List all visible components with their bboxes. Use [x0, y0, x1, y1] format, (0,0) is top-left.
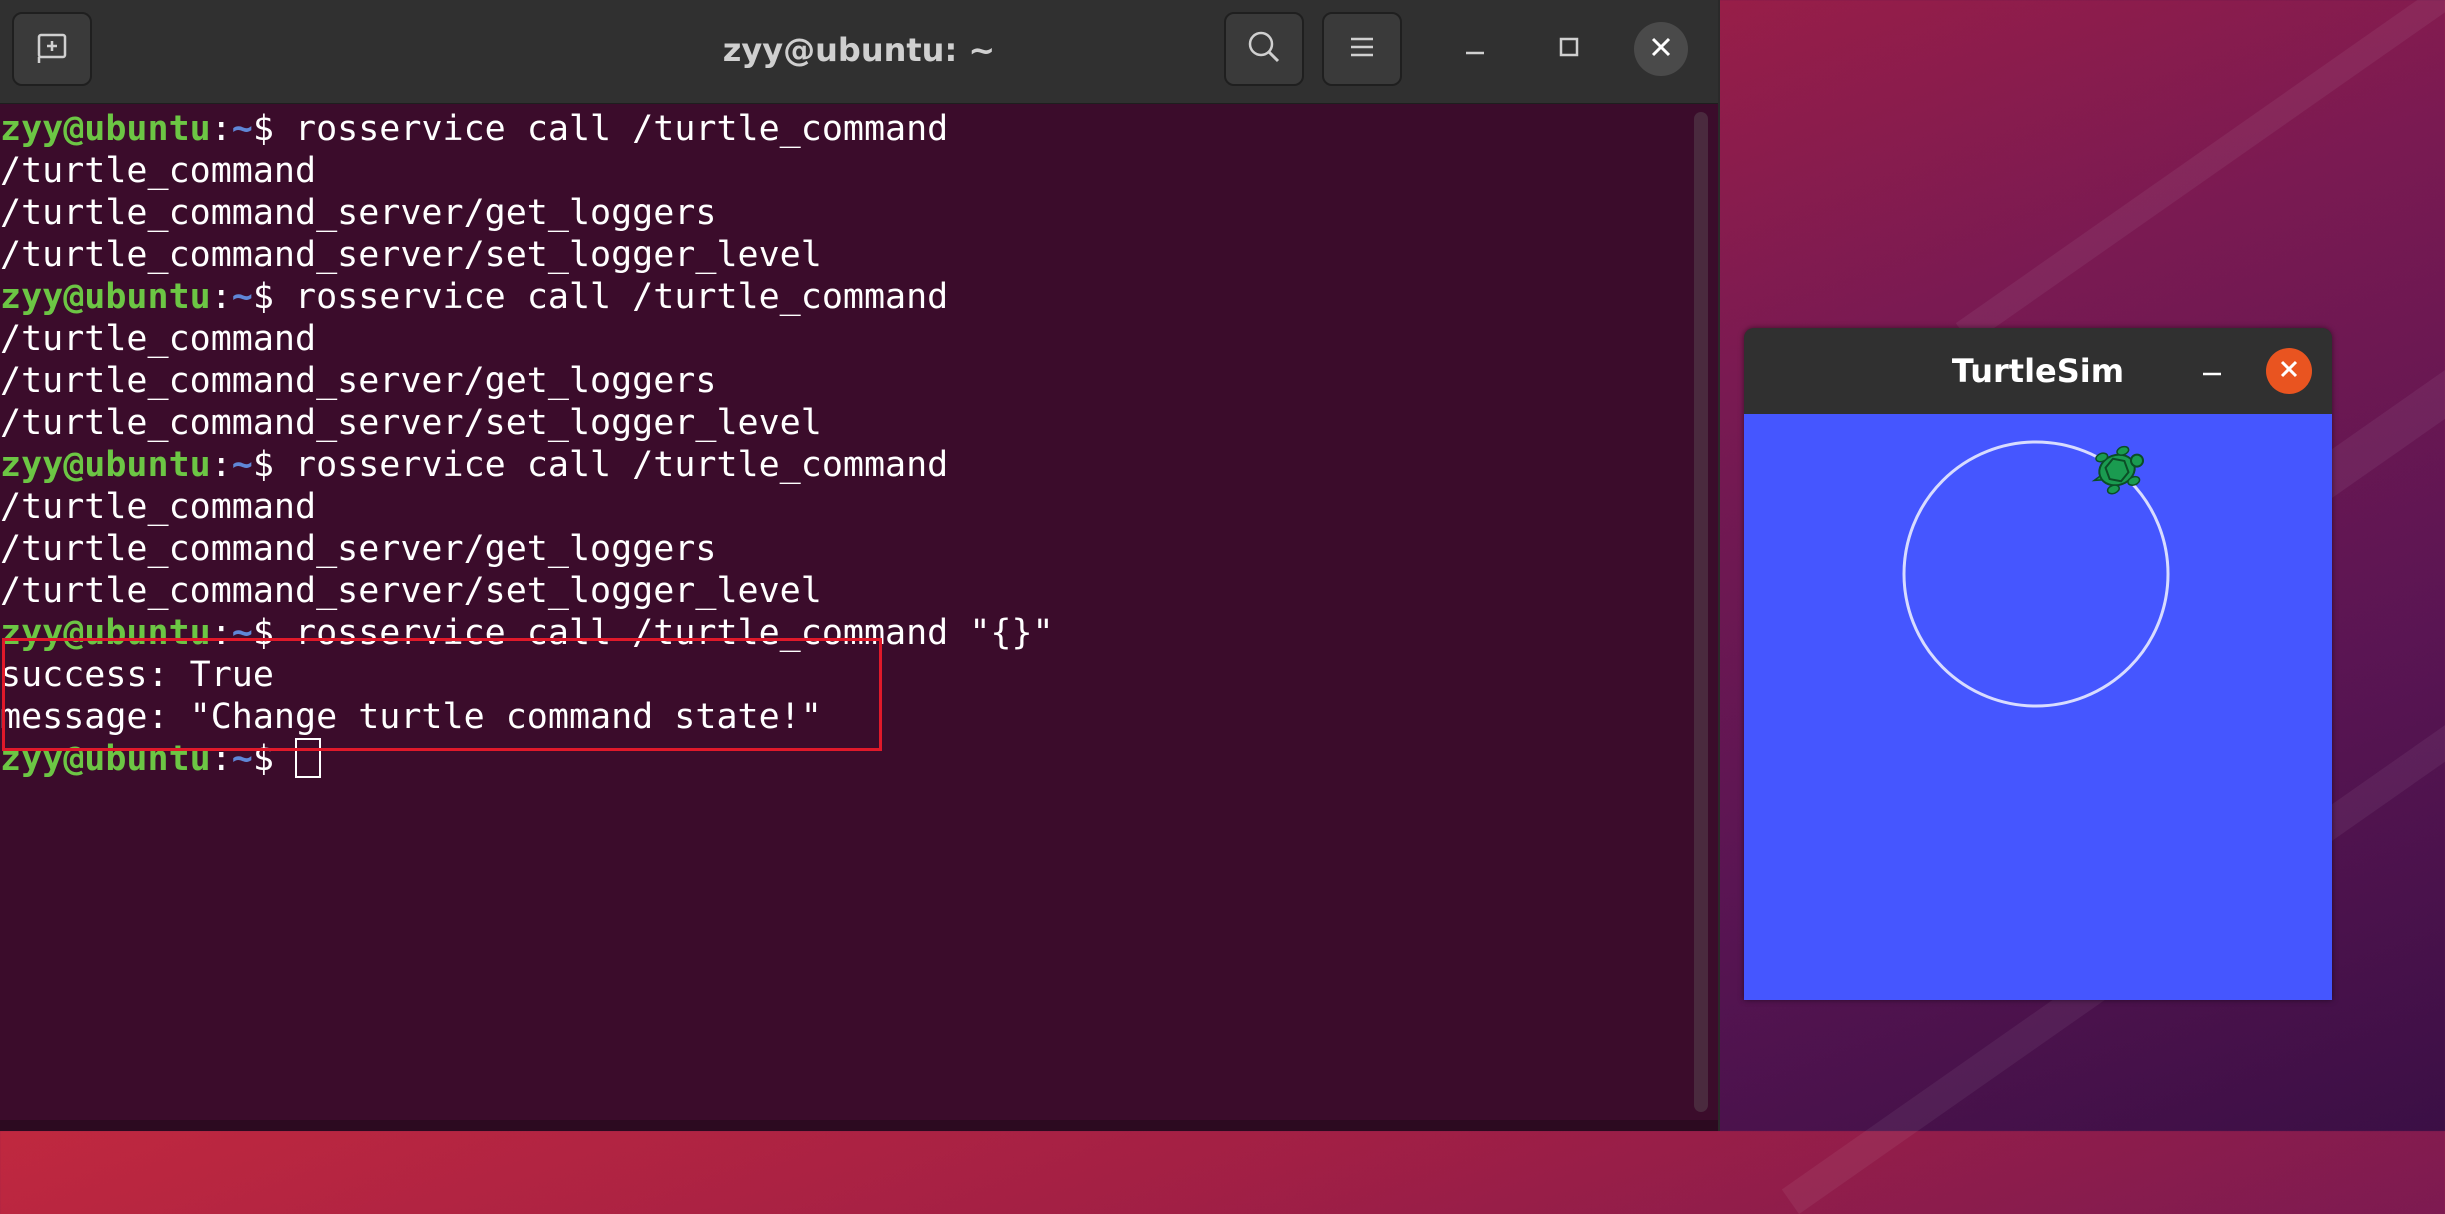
terminal-output-line: /turtle_command_server/set_logger_level: [0, 570, 1690, 612]
minimize-button[interactable]: [1448, 22, 1502, 76]
terminal-output[interactable]: zyy@ubuntu:~$ rosservice call /turtle_co…: [0, 108, 1690, 1123]
output-text: /turtle_command: [0, 151, 317, 191]
output-text: /turtle_command_server/set_logger_level: [0, 571, 822, 611]
output-text: /turtle_command_server/get_loggers: [0, 193, 717, 233]
turtlesim-window[interactable]: TurtleSim: [1744, 328, 2332, 1000]
output-text: /turtle_command_server/set_logger_level: [0, 403, 822, 443]
output-text: /turtle_command_server/get_loggers: [0, 361, 717, 401]
terminal-scrollbar[interactable]: [1694, 112, 1708, 1112]
prompt-command: rosservice call /turtle_command: [273, 277, 949, 317]
output-text: /turtle_command_server/set_logger_level: [0, 235, 822, 275]
output-text: /turtle_command: [0, 487, 317, 527]
turtlesim-minimize-button[interactable]: [2192, 352, 2232, 392]
turtlesim-canvas: [1744, 414, 2332, 1000]
terminal-output-line: /turtle_command: [0, 486, 1690, 528]
wallpaper-streak: [1955, 0, 2445, 345]
terminal-output-line: /turtle_command_server/set_logger_level: [0, 234, 1690, 276]
terminal-prompt-line: zyy@ubuntu:~$ rosservice call /turtle_co…: [0, 109, 949, 149]
menu-button[interactable]: [1322, 12, 1402, 86]
turtlesim-close-button[interactable]: [2266, 348, 2312, 394]
close-icon: [2278, 358, 2300, 384]
turtlesim-header-bar: TurtleSim: [1744, 328, 2332, 414]
minimize-icon: [2200, 358, 2224, 386]
highlight-annotation-box: [2, 638, 882, 751]
hamburger-menu-icon: [1347, 32, 1377, 66]
terminal-header-bar: zyy@ubuntu: ~: [0, 0, 1718, 104]
prompt-command: rosservice call /turtle_command: [273, 445, 949, 485]
output-text: /turtle_command: [0, 319, 317, 359]
turtlesim-title: TurtleSim: [1951, 352, 2125, 390]
close-icon: [1648, 34, 1674, 64]
prompt-user: zyy@ubuntu: [0, 445, 211, 485]
prompt-path: ~: [231, 109, 253, 149]
terminal-prompt-line: zyy@ubuntu:~$ rosservice call /turtle_co…: [0, 445, 949, 485]
search-icon: [1245, 28, 1283, 70]
maximize-icon: [1557, 35, 1581, 63]
prompt-path: ~: [231, 277, 253, 317]
search-button[interactable]: [1224, 12, 1304, 86]
terminal-output-line: /turtle_command: [0, 150, 1690, 192]
turtlesim-drawing: [1744, 414, 2332, 1000]
terminal-output-line: /turtle_command: [0, 318, 1690, 360]
terminal-window[interactable]: zyy@ubuntu: ~ zyy@ubuntu:~$ rosservice c…: [0, 0, 1720, 1131]
prompt-user: zyy@ubuntu: [0, 109, 211, 149]
minimize-icon: [1463, 35, 1487, 63]
close-button[interactable]: [1634, 22, 1688, 76]
terminal-output-line: /turtle_command_server/get_loggers: [0, 192, 1690, 234]
terminal-prompt-line: zyy@ubuntu:~$ rosservice call /turtle_co…: [0, 277, 949, 317]
terminal-output-line: /turtle_command_server/get_loggers: [0, 528, 1690, 570]
terminal-output-line: /turtle_command_server/set_logger_level: [0, 402, 1690, 444]
maximize-button[interactable]: [1542, 22, 1596, 76]
prompt-user: zyy@ubuntu: [0, 277, 211, 317]
output-text: /turtle_command_server/get_loggers: [0, 529, 717, 569]
terminal-bottom-edge: [0, 1120, 1718, 1131]
prompt-path: ~: [231, 445, 253, 485]
prompt-command: rosservice call /turtle_command: [273, 109, 949, 149]
terminal-output-line: /turtle_command_server/get_loggers: [0, 360, 1690, 402]
